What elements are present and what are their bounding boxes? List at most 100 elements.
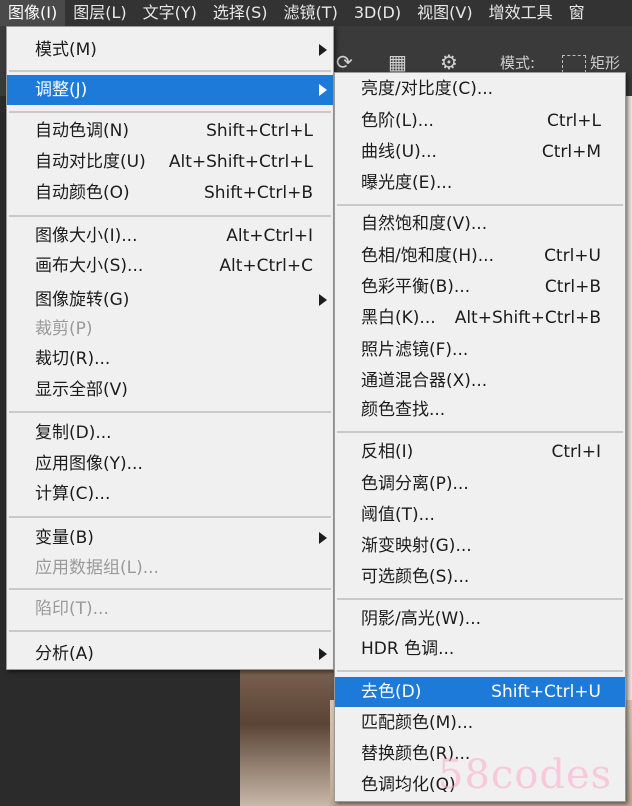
menu-item-levels[interactable]: 色阶(L)... Ctrl+L bbox=[335, 106, 625, 136]
menu-item-label: 可选颜色(S)... bbox=[361, 567, 470, 587]
menu-item-curves[interactable]: 曲线(U)... Ctrl+M bbox=[335, 137, 625, 167]
menu-item-crop: 裁剪(P) bbox=[7, 314, 333, 344]
menu-item-auto-contrast[interactable]: 自动对比度(U) Alt+Shift+Ctrl+L bbox=[7, 147, 333, 177]
menu-item-label: 亮度/对比度(C)... bbox=[361, 79, 494, 99]
menu-item-label: 自动颜色(O) bbox=[35, 183, 130, 203]
submenu-arrow-icon bbox=[319, 648, 327, 660]
menu-item-match-color[interactable]: 匹配颜色(M)... bbox=[335, 708, 625, 738]
menu-item-label: 通道混合器(X)... bbox=[361, 371, 488, 391]
menu-item-auto-tone[interactable]: 自动色调(N) Shift+Ctrl+L bbox=[7, 116, 333, 146]
menu-separator bbox=[9, 111, 331, 113]
menu-item-shortcut: Ctrl+U bbox=[544, 246, 601, 266]
menu-item-selective-color[interactable]: 可选颜色(S)... bbox=[335, 562, 625, 592]
menu-item-invert[interactable]: 反相(I) Ctrl+I bbox=[335, 437, 625, 467]
menu-item-gradient-map[interactable]: 渐变映射(G)... bbox=[335, 531, 625, 561]
menubar-item-3d[interactable]: 3D(D) bbox=[346, 0, 409, 26]
menu-item-label: 曝光度(E)... bbox=[361, 173, 453, 193]
menu-item-shortcut: Alt+Shift+Ctrl+L bbox=[168, 152, 313, 172]
menu-item-label: 复制(D)... bbox=[35, 423, 112, 443]
menu-item-label: 色调分离(P)... bbox=[361, 474, 469, 494]
menu-item-shortcut: Ctrl+I bbox=[551, 442, 601, 462]
menu-item-shortcut: Ctrl+L bbox=[547, 111, 601, 131]
menu-item-label: 自然饱和度(V)... bbox=[361, 214, 488, 234]
menu-item-label: 显示全部(V) bbox=[35, 380, 128, 400]
menu-item-label: 颜色查找... bbox=[361, 400, 446, 420]
menubar-item-select[interactable]: 选择(S) bbox=[205, 0, 276, 26]
menubar-item-type[interactable]: 文字(Y) bbox=[135, 0, 205, 26]
menu-item-photo-filter[interactable]: 照片滤镜(F)... bbox=[335, 335, 625, 365]
menu-item-shortcut: Alt+Ctrl+I bbox=[226, 226, 313, 246]
menu-item-label: 陷印(T)... bbox=[35, 599, 109, 619]
menu-item-posterize[interactable]: 色调分离(P)... bbox=[335, 469, 625, 499]
menubar-item-image[interactable]: 图像(I) bbox=[0, 0, 66, 26]
menubar-item-layer[interactable]: 图层(L) bbox=[65, 0, 134, 26]
menu-item-analysis[interactable]: 分析(A) bbox=[7, 639, 333, 669]
menu-item-trim[interactable]: 裁切(R)... bbox=[7, 344, 333, 374]
grid-icon[interactable]: ▦ bbox=[388, 52, 407, 72]
menu-item-label: 模式(M) bbox=[35, 40, 97, 60]
menu-item-label: 阴影/高光(W)... bbox=[361, 609, 482, 629]
menu-item-adjustments[interactable]: 调整(J) bbox=[7, 75, 333, 105]
menu-item-reveal-all[interactable]: 显示全部(V) bbox=[7, 375, 333, 405]
submenu-arrow-icon bbox=[319, 84, 327, 96]
menu-item-label: 反相(I) bbox=[361, 442, 414, 462]
menu-item-canvas-size[interactable]: 画布大小(S)... Alt+Ctrl+C bbox=[7, 251, 333, 281]
menu-item-label: 画布大小(S)... bbox=[35, 256, 144, 276]
menu-item-label: 黑白(K)... bbox=[361, 308, 436, 328]
menu-item-desaturate[interactable]: 去色(D) Shift+Ctrl+U bbox=[335, 677, 625, 707]
menu-item-label: 色彩平衡(B)... bbox=[361, 277, 471, 297]
menu-item-label: 应用数据组(L)... bbox=[35, 558, 159, 578]
menu-item-label: 裁切(R)... bbox=[35, 349, 111, 369]
menu-separator bbox=[9, 215, 331, 217]
mode-label: 模式: bbox=[500, 54, 536, 72]
menubar-item-plugins[interactable]: 增效工具 bbox=[481, 0, 561, 26]
submenu-arrow-icon bbox=[319, 44, 327, 56]
menu-separator bbox=[9, 630, 331, 632]
menubar-item-window[interactable]: 窗 bbox=[561, 0, 593, 26]
gear-icon[interactable]: ⚙ bbox=[440, 52, 458, 72]
menu-item-exposure[interactable]: 曝光度(E)... bbox=[335, 168, 625, 198]
menu-item-shortcut: Shift+Ctrl+U bbox=[491, 682, 601, 702]
photo-image bbox=[240, 670, 340, 806]
menu-separator bbox=[9, 516, 331, 518]
menu-item-shortcut: Ctrl+M bbox=[541, 142, 601, 162]
menu-item-color-lookup[interactable]: 颜色查找... bbox=[335, 395, 625, 425]
menu-item-apply-image[interactable]: 应用图像(Y)... bbox=[7, 449, 333, 479]
menu-item-label: 图像旋转(G) bbox=[35, 290, 130, 310]
menu-item-image-size[interactable]: 图像大小(I)... Alt+Ctrl+I bbox=[7, 221, 333, 251]
menu-item-black-white[interactable]: 黑白(K)... Alt+Shift+Ctrl+B bbox=[335, 303, 625, 333]
menu-item-channel-mixer[interactable]: 通道混合器(X)... bbox=[335, 366, 625, 396]
menu-item-hdr-toning[interactable]: HDR 色调... bbox=[335, 634, 625, 664]
menu-item-label: 曲线(U)... bbox=[361, 142, 437, 162]
menu-item-brightness-contrast[interactable]: 亮度/对比度(C)... bbox=[335, 74, 625, 104]
menu-item-label: 图像大小(I)... bbox=[35, 226, 138, 246]
menu-item-label: 变量(B) bbox=[35, 528, 94, 548]
menu-item-mode[interactable]: 模式(M) bbox=[7, 35, 333, 65]
menu-item-shortcut: Shift+Ctrl+B bbox=[203, 183, 313, 203]
menu-item-duplicate[interactable]: 复制(D)... bbox=[7, 418, 333, 448]
menu-item-shortcut: Ctrl+B bbox=[544, 277, 601, 297]
menu-separator bbox=[337, 598, 623, 600]
menu-item-label: 照片滤镜(F)... bbox=[361, 340, 469, 360]
menu-item-label: HDR 色调... bbox=[361, 639, 455, 659]
menu-item-label: 阈值(T)... bbox=[361, 505, 435, 525]
menu-separator bbox=[9, 70, 331, 72]
menu-item-color-balance[interactable]: 色彩平衡(B)... Ctrl+B bbox=[335, 272, 625, 302]
menu-item-hue-saturation[interactable]: 色相/饱和度(H)... Ctrl+U bbox=[335, 241, 625, 271]
menu-item-variables[interactable]: 变量(B) bbox=[7, 523, 333, 553]
refresh-icon[interactable]: ⟳ bbox=[336, 52, 353, 72]
menu-item-image-rotation[interactable]: 图像旋转(G) bbox=[7, 285, 333, 315]
menu-item-vibrance[interactable]: 自然饱和度(V)... bbox=[335, 209, 625, 239]
menubar-item-view[interactable]: 视图(V) bbox=[409, 0, 480, 26]
menu-separator bbox=[337, 670, 623, 672]
shape-label[interactable]: 矩形 bbox=[590, 52, 620, 73]
menu-item-auto-color[interactable]: 自动颜色(O) Shift+Ctrl+B bbox=[7, 178, 333, 208]
menu-item-calculations[interactable]: 计算(C)... bbox=[7, 479, 333, 509]
menu-item-label: 调整(J) bbox=[35, 80, 88, 100]
menu-separator bbox=[9, 411, 331, 413]
menu-item-threshold[interactable]: 阈值(T)... bbox=[335, 500, 625, 530]
menubar-item-filter[interactable]: 滤镜(T) bbox=[276, 0, 346, 26]
menu-item-label: 自动对比度(U) bbox=[35, 152, 146, 172]
menu-item-shadows-highlights[interactable]: 阴影/高光(W)... bbox=[335, 604, 625, 634]
menu-separator bbox=[337, 204, 623, 206]
